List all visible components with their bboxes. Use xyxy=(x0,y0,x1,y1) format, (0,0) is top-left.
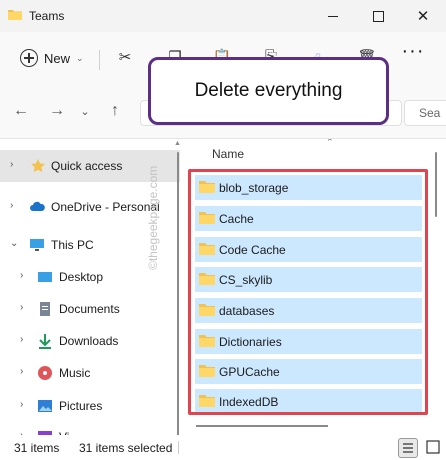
status-bar: 31 items 31 items selected xyxy=(0,435,446,458)
search-placeholder: Sea xyxy=(419,106,441,120)
file-list-scrollbar[interactable] xyxy=(435,152,437,217)
star-icon xyxy=(31,159,45,172)
folder-icon xyxy=(8,10,22,20)
minimize-button[interactable] xyxy=(310,0,356,32)
file-list-pane: ⌃ Name blob_storage Cache Code Cache CS_… xyxy=(182,139,446,435)
sidebar-item-label: Downloads xyxy=(59,334,119,348)
chevron-right-icon: › xyxy=(20,399,24,410)
sidebar-item-videos[interactable]: › Vi xyxy=(0,421,180,435)
toolbar-divider xyxy=(99,50,100,70)
sidebar-item-downloads[interactable]: › Downloads xyxy=(0,325,180,357)
chevron-right-icon: › xyxy=(20,334,24,345)
sidebar-item-label: Quick access xyxy=(51,159,123,173)
sidebar-item-documents[interactable]: › Documents xyxy=(0,293,180,325)
chevron-down-icon: ⌄ xyxy=(76,52,84,63)
sidebar-item-pictures[interactable]: › Pictures xyxy=(0,390,180,422)
close-button[interactable]: ✕ xyxy=(400,0,446,32)
forward-button[interactable]: → xyxy=(46,102,68,122)
monitor-icon xyxy=(30,239,44,251)
sidebar-item-music[interactable]: › Music xyxy=(0,357,180,389)
close-icon: ✕ xyxy=(416,8,430,25)
delete-everything-callout: Delete everything xyxy=(148,57,389,125)
sidebar-item-label: Music xyxy=(59,366,91,380)
sidebar-item-label: This PC xyxy=(51,238,94,252)
chevron-right-icon: › xyxy=(10,200,14,211)
window-title: Teams xyxy=(29,9,65,23)
maximize-button[interactable] xyxy=(355,0,401,32)
recent-locations-button[interactable]: ⌄ xyxy=(74,105,96,125)
details-view-button[interactable] xyxy=(398,438,418,458)
chevron-down-icon: ⌄ xyxy=(80,106,90,118)
back-button[interactable]: ← xyxy=(10,102,32,122)
nav-scroll-up-icon[interactable]: ▲ xyxy=(174,140,181,147)
tiles-view-icon xyxy=(426,440,440,454)
chevron-right-icon: › xyxy=(20,366,24,377)
cloud-icon xyxy=(30,201,45,211)
chevron-right-icon: › xyxy=(20,302,24,313)
selected-count: 31 items selected xyxy=(79,441,173,455)
status-divider xyxy=(178,441,179,454)
new-button[interactable]: New ⌄ xyxy=(8,40,84,76)
chevron-down-icon: ⌄ xyxy=(10,238,19,249)
sort-ascending-icon: ⌃ xyxy=(326,139,334,147)
chevron-right-icon: › xyxy=(10,159,14,170)
up-button[interactable]: ↑ xyxy=(104,102,126,122)
sidebar-item-label: Documents xyxy=(59,302,120,316)
arrow-left-icon: ← xyxy=(13,102,29,119)
new-label: New xyxy=(44,50,71,66)
arrow-right-icon: → xyxy=(49,102,65,119)
column-header-name[interactable]: Name xyxy=(212,147,244,161)
sidebar-item-label: OneDrive - Personal xyxy=(51,200,160,214)
desktop-icon xyxy=(38,272,52,282)
pictures-icon xyxy=(38,400,52,412)
cut-button[interactable]: ✂ xyxy=(115,48,135,68)
arrow-up-icon: ↑ xyxy=(111,102,119,119)
selection-highlight-box xyxy=(188,169,428,415)
horizontal-scrollbar[interactable] xyxy=(196,425,328,427)
tiles-view-button[interactable] xyxy=(424,438,442,456)
minimize-icon xyxy=(328,15,338,17)
music-icon xyxy=(38,366,52,380)
search-input[interactable]: Sea xyxy=(404,100,446,126)
nav-scrollbar[interactable] xyxy=(177,152,179,442)
scissors-icon: ✂ xyxy=(118,49,132,66)
plus-circle-icon xyxy=(20,49,38,67)
watermark: ©thegeekpage.com xyxy=(146,165,160,270)
title-bar: Teams ✕ xyxy=(0,0,446,32)
item-count: 31 items xyxy=(14,441,60,455)
details-view-icon xyxy=(403,443,413,453)
more-options-button[interactable]: ··· xyxy=(398,41,428,68)
sidebar-item-label: Pictures xyxy=(59,399,103,413)
chevron-right-icon: › xyxy=(20,270,24,281)
sidebar-item-label: Desktop xyxy=(59,270,104,284)
download-arrow-icon xyxy=(39,334,51,349)
maximize-icon xyxy=(372,10,384,22)
documents-icon xyxy=(40,302,50,316)
